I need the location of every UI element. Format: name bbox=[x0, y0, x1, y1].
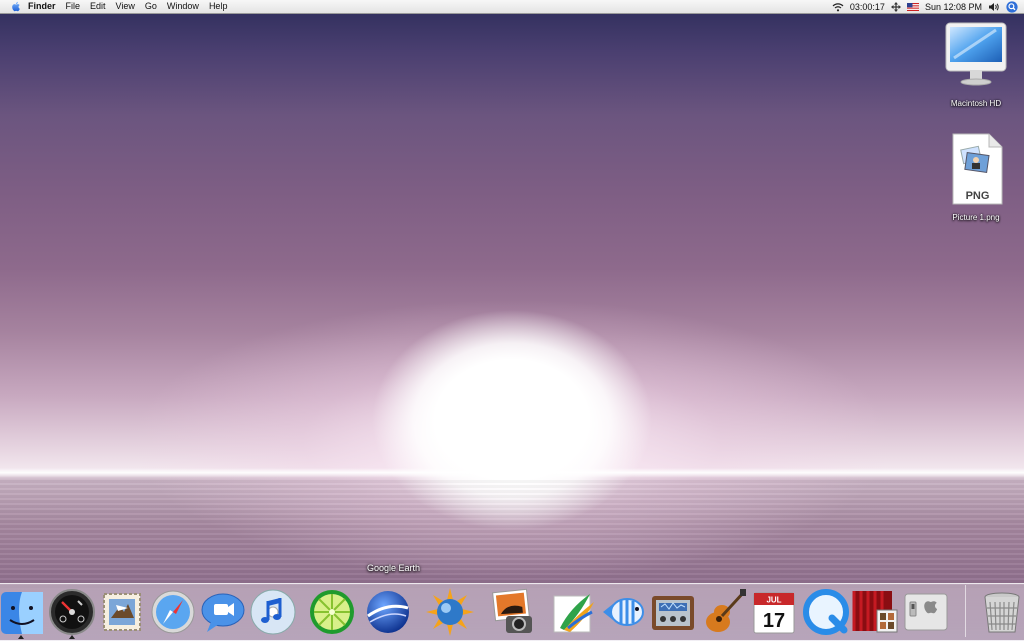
menu-view[interactable]: View bbox=[111, 0, 140, 13]
dock-item-audio-mixer[interactable] bbox=[649, 588, 697, 636]
dashboard-icon bbox=[49, 589, 95, 635]
hard-drive-icon bbox=[945, 22, 1007, 86]
running-indicator bbox=[18, 635, 24, 639]
dock-item-ical[interactable]: JUL 17 bbox=[750, 588, 798, 636]
dock-item-limewire[interactable] bbox=[308, 588, 356, 636]
dock-item-trash[interactable] bbox=[978, 588, 1024, 636]
garageband-icon bbox=[706, 589, 746, 632]
dock-item-itunes[interactable] bbox=[249, 588, 297, 636]
horizon-glow bbox=[0, 468, 1024, 478]
menu-bar: Finder File Edit View Go Window Help 03:… bbox=[0, 0, 1024, 14]
desktop-icon-macintosh-hd[interactable]: Macintosh HD bbox=[936, 20, 1016, 108]
boot-camp-icon bbox=[904, 593, 948, 631]
audio-mixer-icon bbox=[652, 596, 694, 630]
dock-item-dashboard[interactable] bbox=[48, 588, 96, 636]
menu-app-finder[interactable]: Finder bbox=[23, 0, 61, 13]
dock-item-finder[interactable] bbox=[0, 588, 46, 636]
dock-item-google-earth[interactable] bbox=[364, 588, 412, 636]
dock-item-garageband[interactable] bbox=[700, 588, 748, 636]
weather-sun-icon bbox=[426, 588, 474, 636]
menu-edit[interactable]: Edit bbox=[85, 0, 111, 13]
menu-go[interactable]: Go bbox=[140, 0, 162, 13]
dock-item-safari[interactable] bbox=[149, 588, 197, 636]
speaker-icon bbox=[989, 2, 999, 11]
spotlight-button[interactable] bbox=[1006, 0, 1018, 13]
dock-item-ichat[interactable] bbox=[199, 588, 247, 636]
dock-separator bbox=[965, 585, 966, 637]
move-arrows-icon bbox=[890, 1, 901, 12]
desktop-icon-picture-file[interactable]: PNG Picture 1.png bbox=[936, 132, 1016, 222]
dock-item-mail[interactable] bbox=[98, 588, 146, 636]
desktop-background bbox=[0, 0, 1024, 640]
dock-item-iphoto[interactable] bbox=[488, 588, 536, 636]
menu-file[interactable]: File bbox=[61, 0, 86, 13]
menu-help[interactable]: Help bbox=[204, 0, 233, 13]
dock-item-boot-camp[interactable] bbox=[902, 588, 950, 636]
dock-item-painting-app[interactable] bbox=[550, 588, 598, 636]
quicktime-icon bbox=[803, 589, 849, 635]
finder-icon bbox=[1, 592, 43, 634]
png-badge: PNG bbox=[966, 190, 990, 202]
iphoto-icon bbox=[492, 588, 532, 633]
menu-extras: 03:00:17 Sun 12:08 PM bbox=[826, 0, 1018, 13]
dock-item-weather[interactable] bbox=[426, 588, 474, 636]
input-menu[interactable] bbox=[906, 0, 919, 13]
dock-item-quicktime[interactable] bbox=[802, 588, 850, 636]
wifi-status[interactable] bbox=[832, 0, 844, 13]
menu-window[interactable]: Window bbox=[162, 0, 204, 13]
running-indicator bbox=[69, 635, 75, 639]
timer-readout[interactable]: 03:00:17 bbox=[850, 0, 885, 13]
sea-reflection bbox=[0, 478, 1024, 588]
limewire-icon bbox=[310, 590, 354, 634]
spotlight-search-icon bbox=[1006, 0, 1018, 13]
ical-day: 17 bbox=[763, 610, 785, 632]
dock-item-fish-app[interactable] bbox=[599, 588, 647, 636]
spaces-status[interactable] bbox=[890, 0, 901, 13]
mail-icon bbox=[103, 593, 141, 631]
volume-status[interactable] bbox=[988, 0, 1000, 13]
safari-icon bbox=[151, 590, 195, 634]
ical-icon: JUL 17 bbox=[753, 592, 795, 634]
apple-icon bbox=[11, 1, 20, 12]
us-flag-icon bbox=[906, 2, 919, 11]
dock-tooltip: Google Earth bbox=[367, 563, 421, 573]
fish-app-icon bbox=[603, 598, 644, 626]
front-row-icon bbox=[852, 591, 898, 633]
apple-menu[interactable] bbox=[9, 0, 23, 13]
desktop-icon-label: Picture 1.png bbox=[952, 213, 1000, 222]
dock-item-front-row[interactable] bbox=[851, 588, 899, 636]
ichat-icon bbox=[201, 593, 245, 632]
google-earth-icon bbox=[367, 591, 409, 633]
ical-month: JUL bbox=[766, 596, 781, 605]
wifi-icon bbox=[832, 2, 844, 11]
desktop-icon-label: Macintosh HD bbox=[950, 99, 1002, 108]
clock[interactable]: Sun 12:08 PM bbox=[925, 0, 982, 13]
png-file-icon: PNG bbox=[952, 133, 1003, 205]
trash-icon bbox=[984, 592, 1020, 633]
itunes-icon bbox=[250, 589, 296, 635]
painting-app-icon bbox=[553, 594, 594, 633]
